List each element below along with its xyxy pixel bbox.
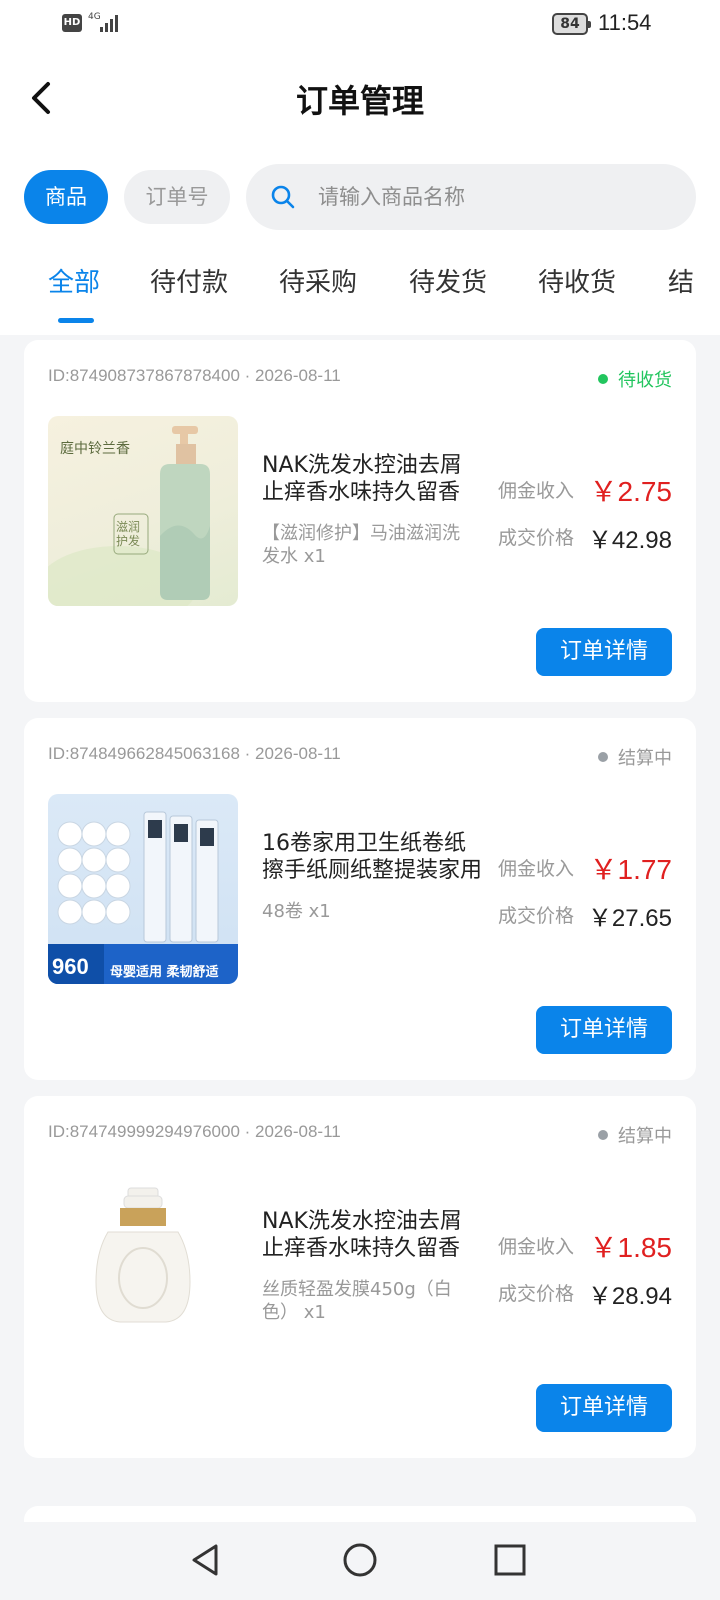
segment-order-number[interactable]: 订单号 bbox=[124, 170, 230, 224]
product-image[interactable]: 960 母婴适用 柔韧舒适 bbox=[48, 794, 238, 984]
nav-recents-icon[interactable] bbox=[490, 1540, 530, 1580]
signal-icon bbox=[100, 14, 122, 32]
order-card[interactable]: ID:874908737867878400 · 2026-08-11 待收货 庭… bbox=[24, 340, 696, 702]
system-nav-bar bbox=[0, 1522, 720, 1600]
product-sku: 48卷 x1 bbox=[262, 901, 331, 922]
tab-pending-payment[interactable]: 待付款 bbox=[150, 262, 228, 299]
product-sku: 【滋润修护】马油滋润洗发水 x1 bbox=[262, 523, 460, 567]
deal-price-label: 成交价格 bbox=[498, 527, 575, 549]
commission-label: 佣金收入 bbox=[498, 480, 575, 502]
commission-value: ￥1.85 bbox=[589, 1232, 673, 1263]
tab-pending-shipment[interactable]: 待发货 bbox=[409, 262, 487, 299]
order-status-text: 结算中 bbox=[618, 748, 672, 769]
order-status: 结算中 bbox=[598, 1122, 672, 1148]
nav-back-icon[interactable] bbox=[186, 1540, 226, 1580]
commission-value: ￥2.75 bbox=[589, 476, 673, 507]
tab-pending-receipt[interactable]: 待收货 bbox=[538, 262, 616, 299]
hair-mask-bottle-icon bbox=[95, 1187, 191, 1323]
deal-price-value: ￥27.65 bbox=[587, 905, 672, 932]
tab-settled[interactable]: 结 bbox=[668, 262, 694, 299]
deal-price-label: 成交价格 bbox=[498, 1283, 575, 1305]
product-sku: 丝质轻盈发膜450g（白色） x1 bbox=[262, 1279, 452, 1323]
deal-price-value: ￥28.94 bbox=[587, 1283, 672, 1310]
order-id-date: ID:874749999294976000 · 2026-08-11 bbox=[48, 1122, 341, 1141]
product-title[interactable]: 16卷家用卫生纸卷纸擦手纸厕纸整提装家用 bbox=[262, 830, 482, 884]
order-status: 待收货 bbox=[598, 366, 672, 392]
product-image[interactable] bbox=[48, 1172, 238, 1362]
battery-icon: 84 bbox=[552, 13, 591, 35]
network-indicator: 4G bbox=[88, 12, 101, 22]
status-dot bbox=[598, 752, 608, 762]
tab-pending-purchase[interactable]: 待采购 bbox=[279, 262, 357, 299]
tab-indicator bbox=[58, 318, 94, 323]
status-tabs: 全部 待付款 待采购 待发货 待收货 结 bbox=[0, 262, 720, 322]
search-icon bbox=[271, 185, 295, 209]
order-card[interactable]: ID:874849662845063168 · 2026-08-11 结算中 9… bbox=[24, 718, 696, 1080]
product-image-text: 庭中铃兰香 bbox=[60, 441, 130, 457]
commission-label: 佣金收入 bbox=[498, 1236, 575, 1258]
status-time: 11:54 bbox=[598, 10, 652, 35]
hd-indicator: HD bbox=[62, 14, 82, 32]
product-image[interactable]: 庭中铃兰香 滋润护发 bbox=[48, 416, 238, 606]
order-id-date: ID:874849662845063168 · 2026-08-11 bbox=[48, 744, 341, 763]
commission-label: 佣金收入 bbox=[498, 858, 575, 880]
product-image-text: 960 bbox=[52, 954, 89, 979]
nav-home-icon[interactable] bbox=[340, 1540, 380, 1580]
segment-product[interactable]: 商品 bbox=[24, 170, 108, 224]
order-status: 结算中 bbox=[598, 744, 672, 770]
order-status-text: 待收货 bbox=[618, 370, 672, 391]
order-detail-button[interactable]: 订单详情 bbox=[536, 1006, 672, 1054]
order-status-text: 结算中 bbox=[618, 1126, 672, 1147]
page-title: 订单管理 bbox=[295, 82, 424, 120]
deal-price-label: 成交价格 bbox=[498, 905, 575, 927]
product-image-subtext: 母婴适用 柔韧舒适 bbox=[110, 965, 219, 980]
order-detail-button[interactable]: 订单详情 bbox=[536, 1384, 672, 1432]
deal-price-value: ￥42.98 bbox=[587, 527, 672, 554]
status-dot bbox=[598, 374, 608, 384]
product-title[interactable]: NAK洗发水控油去屑止痒香水味持久留香 bbox=[262, 1208, 482, 1262]
tab-all[interactable]: 全部 bbox=[48, 262, 100, 299]
search-box[interactable] bbox=[246, 164, 696, 230]
order-id-date: ID:874908737867878400 · 2026-08-11 bbox=[48, 366, 341, 385]
product-title[interactable]: NAK洗发水控油去屑止痒香水味持久留香 bbox=[262, 452, 482, 506]
product-image-subtext: 滋润护发 bbox=[116, 520, 141, 548]
status-bar: HD 4G 84 11:54 bbox=[0, 0, 720, 48]
order-card[interactable]: ID:874749999294976000 · 2026-08-11 结算中 N… bbox=[24, 1096, 696, 1458]
order-detail-button[interactable]: 订单详情 bbox=[536, 628, 672, 676]
commission-value: ￥1.77 bbox=[589, 854, 673, 885]
search-input[interactable] bbox=[318, 164, 678, 230]
status-dot bbox=[598, 1130, 608, 1140]
